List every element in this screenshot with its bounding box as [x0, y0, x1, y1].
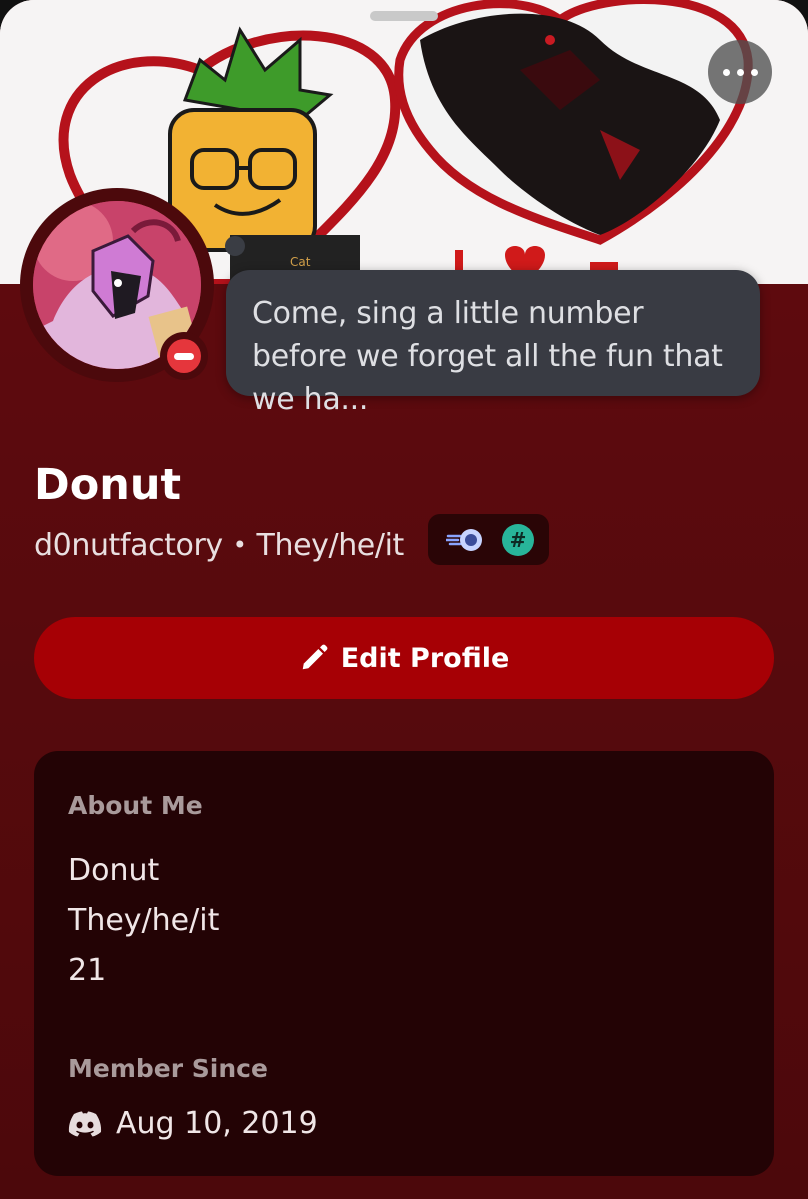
about-card: About Me Donut They/he/it 21 Member Sinc…: [34, 751, 774, 1176]
about-line: Donut: [68, 853, 160, 888]
more-options-button[interactable]: [708, 40, 772, 104]
more-icon: [722, 68, 758, 76]
username-line: d0nutfactory • They/he/it: [34, 524, 404, 566]
custom-status-text: Come, sing a little number before we for…: [252, 296, 723, 417]
member-since-row: Aug 10, 2019: [68, 1106, 318, 1141]
status-bubble-tail: [225, 236, 245, 256]
edit-profile-label: Edit Profile: [340, 642, 510, 674]
pronouns: They/he/it: [256, 527, 405, 563]
badge-list: #: [428, 514, 549, 565]
hash-badge-icon[interactable]: #: [502, 523, 534, 556]
sheet-drag-handle[interactable]: [370, 11, 438, 21]
dnd-status-icon: [160, 332, 208, 380]
profile-sheet: Cat Come, sing a little number before we…: [0, 0, 808, 1199]
member-since-date: Aug 10, 2019: [116, 1106, 318, 1141]
svg-text:Cat: Cat: [290, 255, 311, 269]
separator: •: [232, 531, 247, 559]
pencil-icon: [302, 644, 328, 670]
member-since-title: Member Since: [68, 1054, 268, 1083]
nitro-badge-icon[interactable]: [444, 528, 484, 552]
about-me-title: About Me: [68, 791, 203, 820]
display-name: Donut: [34, 460, 182, 510]
discord-logo-icon: [68, 1111, 102, 1136]
about-line: 21: [68, 953, 107, 988]
about-line: They/he/it: [68, 903, 220, 938]
username: d0nutfactory: [34, 527, 223, 563]
edit-profile-button[interactable]: Edit Profile: [34, 617, 774, 699]
custom-status-bubble[interactable]: Come, sing a little number before we for…: [226, 270, 760, 417]
